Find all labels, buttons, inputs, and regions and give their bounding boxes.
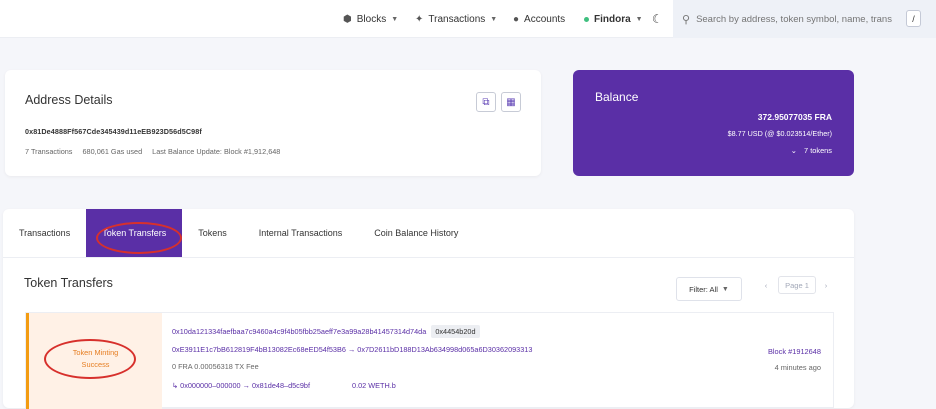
token-amount[interactable]: 0.02 WETH.b [352,381,396,390]
chevron-right-icon: › [824,280,828,290]
accounts-link[interactable]: ● Accounts [513,14,565,25]
chevron-left-icon: ‹ [764,280,768,290]
from-to-addresses[interactable]: 0xE3911E1c7bB612819F4bB13082Ec68eED54f53… [172,345,532,354]
filter-label: Filter: All [689,284,718,294]
tab-label: Transactions [19,228,71,238]
tx-hash-link[interactable]: 0x10da121334faefbaa7c9460a4c9f4b05fbb25a… [172,327,426,336]
transactions-label: Transactions [428,13,486,25]
tab-internal-transactions[interactable]: Internal Transactions [243,209,359,257]
blocks-label: Blocks [356,13,387,25]
next-page-button[interactable]: › [819,276,833,294]
network-selector[interactable]: Findora ▼ [584,14,643,25]
tx-fee: 0 FRA 0.00056318 TX Fee [172,362,259,371]
balance-title: Balance [595,90,639,104]
divider [3,257,854,258]
page-indicator: Page 1 [778,276,816,294]
chevron-down-icon: ⌄ [790,146,797,155]
balance-amount: 372.95077035 FRA [757,112,832,122]
address-details-card: Address Details 0x81De4888Ff567Cde345439… [5,70,541,176]
network-label: Findora [594,13,631,25]
chevron-down-icon: ▼ [490,15,498,23]
tx-age: 4 minutes ago [774,363,821,372]
accounts-label: Accounts [524,13,566,25]
tab-label: Internal Transactions [258,228,343,238]
chevron-down-icon: ▼ [635,15,643,23]
highlight-ring-minting [44,339,136,379]
network-status-dot [584,16,589,22]
transactions-menu[interactable]: ✦ Transactions ▼ [415,14,497,25]
chevron-down-icon: ▼ [391,15,399,23]
qr-code-button[interactable]: ▦ [501,92,521,112]
copy-address-button[interactable]: ⧉ [476,92,496,112]
chevron-down-icon: ▼ [721,285,729,293]
tab-label: Coin Balance History [374,228,459,238]
token-transfer-line: ↳ 0x000000–000000 → 0x81de48–d5c9bf 0.02… [172,381,396,390]
search-input[interactable] [696,13,893,25]
transaction-count: 7 Transactions [25,147,73,156]
address-tabs: Transactions Token Transfers Tokens Inte… [3,209,474,257]
filter-dropdown[interactable]: Filter: All ▼ [676,277,742,301]
block-link[interactable]: Block #1912648 [768,347,821,356]
search-bar: ⚲ / [673,0,936,38]
accounts-icon: ● [513,13,520,25]
from-to-line: 0xE3911E1c7bB612819F4bB13082Ec68eED54f53… [172,345,532,354]
copy-icon: ⧉ [482,96,490,108]
balance-usd: $8.77 USD (@ $0.023514/Ether) [727,129,832,138]
token-transfer-row: Token Minting Success 0x10da121334faefba… [25,312,834,409]
blocks-menu[interactable]: ⬢ Blocks ▼ [343,14,398,25]
tokens-count: 7 tokens [804,146,832,155]
highlight-ring-tab [96,222,182,254]
token-path-link[interactable]: ↳ 0x000000–000000 → 0x81de48–d5c9bf [172,381,310,390]
balance-card: Balance 372.95077035 FRA $8.77 USD (@ $0… [573,70,854,176]
token-transfers-title: Token Transfers [24,276,113,290]
tab-coin-balance-history[interactable]: Coin Balance History [358,209,474,257]
search-icon: ⚲ [682,13,691,26]
address-meta: 7 Transactions 680,061 Gas used Last Bal… [25,147,288,156]
transactions-icon: ✦ [415,13,424,25]
blocks-icon: ⬢ [343,13,352,25]
address-hash[interactable]: 0x81De4888Ff567Cde345439d11eEB923D56d5C9… [25,127,202,136]
moon-icon[interactable]: ☾ [652,12,663,26]
tab-tokens[interactable]: Tokens [182,209,243,257]
prev-page-button[interactable]: ‹ [759,276,773,294]
tx-hash-line: 0x10da121334faefbaa7c9460a4c9f4b05fbb25a… [172,325,480,338]
tab-transactions[interactable]: Transactions [3,209,86,257]
top-navbar: ⬢ Blocks ▼ ✦ Transactions ▼ ● Accounts F… [0,0,936,38]
tokens-dropdown[interactable]: ⌄ 7 tokens [791,146,832,155]
gas-used: 680,061 Gas used [82,147,143,156]
method-badge: 0x4454b20d [431,325,480,338]
search-shortcut-key: / [906,10,921,27]
address-details-title: Address Details [25,93,113,107]
last-balance-update: Last Balance Update: Block #1,912,648 [152,147,281,156]
tab-label: Tokens [198,228,227,238]
qr-code-icon: ▦ [506,96,516,108]
